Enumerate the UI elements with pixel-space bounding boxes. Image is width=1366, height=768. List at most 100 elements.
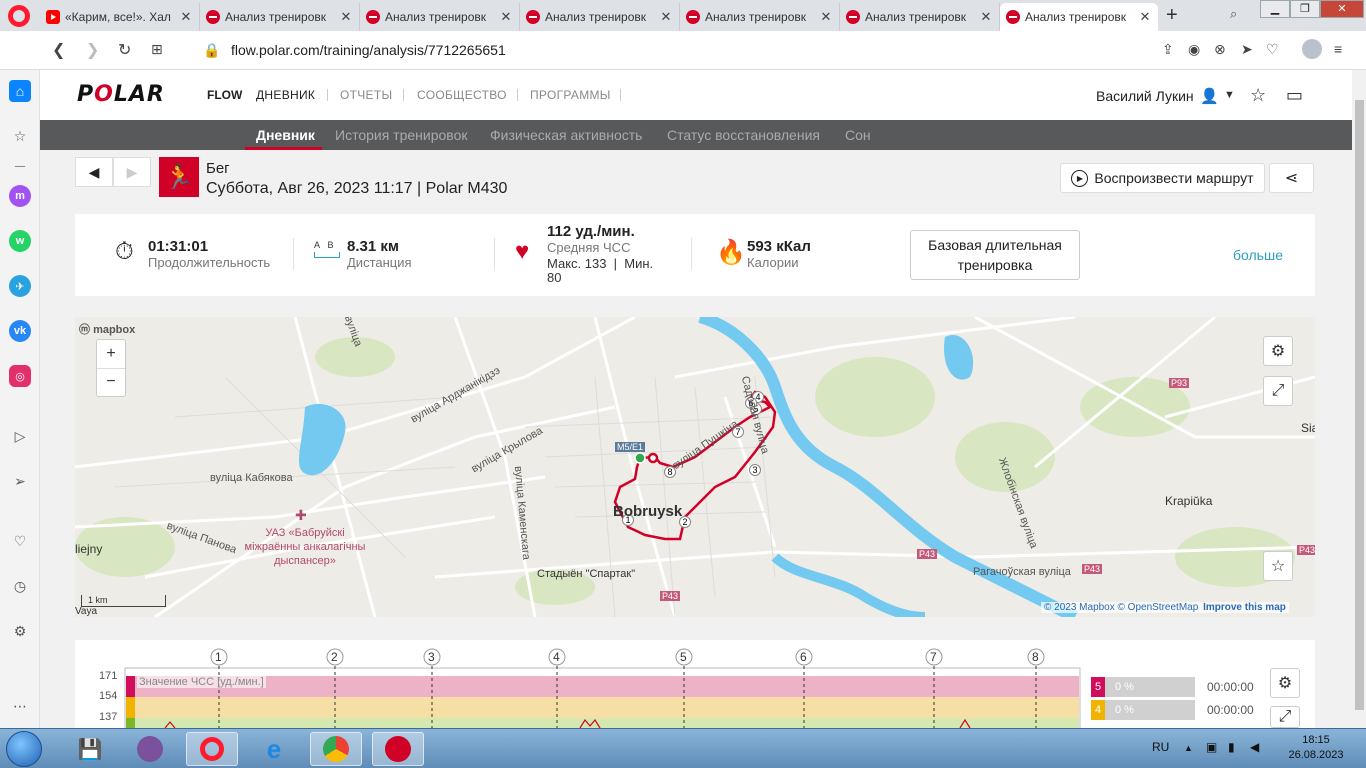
menu-icon[interactable]: ≡ bbox=[1334, 41, 1342, 57]
favorite-star-icon[interactable]: ☆ bbox=[1250, 85, 1266, 106]
map-settings-button[interactable]: ⚙ bbox=[1263, 336, 1293, 366]
viber-icon[interactable] bbox=[124, 732, 176, 766]
route-map[interactable]: 1 2 3 4 5 6 7 8 ⓜ mapbox + − ⚙ ⤢ ☆ Bobru… bbox=[75, 317, 1315, 617]
route-start-marker[interactable] bbox=[634, 452, 646, 464]
network-icon[interactable]: ▮ bbox=[1228, 740, 1235, 754]
subnav-recovery[interactable]: Статус восстановления bbox=[667, 127, 820, 143]
browser-tab[interactable]: Анализ тренировк ✕ bbox=[680, 3, 840, 31]
tray-app-icon[interactable]: ▣ bbox=[1206, 740, 1217, 754]
map-fullscreen-button[interactable]: ⤢ bbox=[1263, 376, 1293, 406]
adblock-icon[interactable]: ⊗ bbox=[1214, 41, 1226, 58]
whatsapp-icon[interactable]: w bbox=[9, 230, 31, 252]
close-icon[interactable]: ✕ bbox=[979, 9, 993, 25]
system-clock[interactable]: 18:15 26.08.2023 bbox=[1276, 733, 1356, 763]
messenger-icon[interactable]: m bbox=[9, 185, 31, 207]
browser-tab-active[interactable]: Анализ тренировк ✕ bbox=[1000, 3, 1158, 31]
browser-tab[interactable]: Анализ тренировк ✕ bbox=[840, 3, 1000, 31]
chart-expand-button[interactable]: ⤢ bbox=[1270, 706, 1300, 728]
replay-route-button[interactable]: ▶ Воспроизвести маршрут bbox=[1060, 163, 1265, 193]
window-close-icon[interactable]: ✕ bbox=[1320, 0, 1364, 18]
url-field[interactable]: 🔒 flow.polar.com/training/analysis/77122… bbox=[203, 42, 506, 58]
floppy-app-icon[interactable]: 💾 bbox=[64, 732, 116, 766]
nav-programmy[interactable]: ПРОГРАММЫ bbox=[530, 88, 611, 102]
browser-tab[interactable]: Анализ тренировк ✕ bbox=[200, 3, 360, 31]
camera-icon[interactable]: ◉ bbox=[1188, 41, 1200, 58]
page-scrollbar[interactable] bbox=[1352, 70, 1366, 728]
share-page-icon[interactable]: ⇪ bbox=[1162, 41, 1174, 58]
volume-icon[interactable]: ◀ bbox=[1250, 740, 1259, 754]
close-icon[interactable]: ✕ bbox=[819, 9, 833, 25]
messages-icon[interactable]: ▭ bbox=[1286, 85, 1303, 106]
map-favorite-button[interactable]: ☆ bbox=[1263, 551, 1293, 581]
settings-icon[interactable]: ⚙ bbox=[9, 620, 31, 642]
chart-settings-button[interactable]: ⚙ bbox=[1270, 668, 1300, 698]
language-indicator[interactable]: RU bbox=[1152, 740, 1169, 754]
tab-search-icon[interactable]: ⌕ bbox=[1230, 6, 1237, 22]
nav-dnevnik[interactable]: ДНЕВНИК bbox=[256, 88, 315, 102]
user-name[interactable]: Василий Лукин bbox=[1096, 88, 1194, 104]
close-icon[interactable]: ✕ bbox=[1138, 9, 1152, 25]
share-button[interactable]: ⋖ bbox=[1269, 163, 1314, 193]
more-icon[interactable]: ⋯ bbox=[9, 695, 31, 717]
chevron-down-icon[interactable]: ▼ bbox=[1224, 89, 1235, 101]
minimize-icon[interactable]: ▁ bbox=[1260, 0, 1290, 18]
calories-value: 593 кКал bbox=[747, 238, 811, 255]
nav-soobshchestvo[interactable]: СООБЩЕСТВО bbox=[417, 88, 507, 102]
subnav-history[interactable]: История тренировок bbox=[335, 127, 467, 143]
road-shield: P93 bbox=[1169, 378, 1190, 388]
next-session-button[interactable]: ▶ bbox=[113, 157, 151, 187]
profile-avatar[interactable] bbox=[1302, 39, 1322, 59]
training-type-button[interactable]: Базовая длительная тренировка bbox=[910, 230, 1080, 280]
prev-session-button[interactable]: ◀ bbox=[75, 157, 113, 187]
new-tab-icon[interactable]: + bbox=[1166, 4, 1178, 27]
browser-tab[interactable]: Анализ тренировк ✕ bbox=[520, 3, 680, 31]
bookmarks-icon[interactable]: ☆ bbox=[9, 125, 31, 147]
browser-tab[interactable]: «Карим, все!». Хал ✕ bbox=[40, 3, 200, 31]
map-poi-label: дыспансер» bbox=[274, 555, 336, 567]
close-icon[interactable]: ✕ bbox=[179, 9, 193, 25]
bookmark-heart-icon[interactable]: ♡ bbox=[1266, 41, 1279, 58]
reload-icon[interactable]: ↻ bbox=[118, 40, 131, 60]
more-link[interactable]: больше bbox=[1233, 247, 1283, 263]
polar-logo[interactable]: POLAR bbox=[77, 82, 165, 107]
hr-chart: 1 2 3 4 5 6 7 8 171 154 137 Значение ЧСС… bbox=[75, 640, 1315, 728]
user-icon[interactable]: 👤 bbox=[1200, 87, 1219, 105]
close-icon[interactable]: ✕ bbox=[659, 9, 673, 25]
polar-app-icon[interactable] bbox=[372, 732, 424, 766]
route-end-marker[interactable] bbox=[647, 452, 659, 464]
vk-icon[interactable]: vk bbox=[9, 320, 31, 342]
close-icon[interactable]: ✕ bbox=[339, 9, 353, 25]
maximize-icon[interactable]: ❐ bbox=[1290, 0, 1320, 18]
opera-logo-icon[interactable] bbox=[8, 5, 30, 27]
zone-percent: 0 % bbox=[1105, 700, 1195, 720]
scrollbar-thumb[interactable] bbox=[1355, 100, 1364, 710]
start-button[interactable] bbox=[6, 731, 42, 767]
zone-time: 00:00:00 bbox=[1207, 703, 1254, 717]
send-icon[interactable]: ➤ bbox=[1241, 41, 1253, 58]
home-icon[interactable]: ⌂ bbox=[9, 80, 31, 102]
nav-otchety[interactable]: ОТЧЕТЫ bbox=[340, 88, 392, 102]
browser-tab[interactable]: Анализ тренировк ✕ bbox=[360, 3, 520, 31]
subnav-activity[interactable]: Физическая активность bbox=[490, 127, 642, 143]
player-icon[interactable]: ▷ bbox=[9, 425, 31, 447]
send-flow-icon[interactable]: ➢ bbox=[9, 470, 31, 492]
map-city-label: Bobruysk bbox=[613, 503, 683, 520]
mapbox-logo[interactable]: ⓜ mapbox bbox=[79, 321, 135, 337]
heart-icon[interactable]: ♡ bbox=[9, 530, 31, 552]
instagram-icon[interactable]: ◎ bbox=[9, 365, 31, 387]
opera-taskbar-icon[interactable] bbox=[186, 732, 238, 766]
subnav-dnevnik[interactable]: Дневник bbox=[256, 127, 315, 143]
zoom-out-button[interactable]: − bbox=[97, 367, 125, 396]
hr-avg-label: Средняя ЧСС bbox=[547, 240, 631, 255]
close-icon[interactable]: ✕ bbox=[499, 9, 513, 25]
chrome-icon[interactable] bbox=[310, 732, 362, 766]
telegram-icon[interactable]: ✈ bbox=[9, 275, 31, 297]
speed-dial-icon[interactable]: ⊞ bbox=[151, 41, 163, 58]
forward-icon[interactable]: ❯ bbox=[86, 40, 99, 60]
history-icon[interactable]: ◷ bbox=[9, 575, 31, 597]
zoom-in-button[interactable]: + bbox=[106, 340, 115, 368]
ie-icon[interactable]: e bbox=[248, 732, 300, 766]
tray-expand-icon[interactable]: ▲ bbox=[1184, 743, 1193, 753]
back-icon[interactable]: ❮ bbox=[52, 40, 65, 60]
subnav-sleep[interactable]: Сон bbox=[845, 127, 871, 143]
